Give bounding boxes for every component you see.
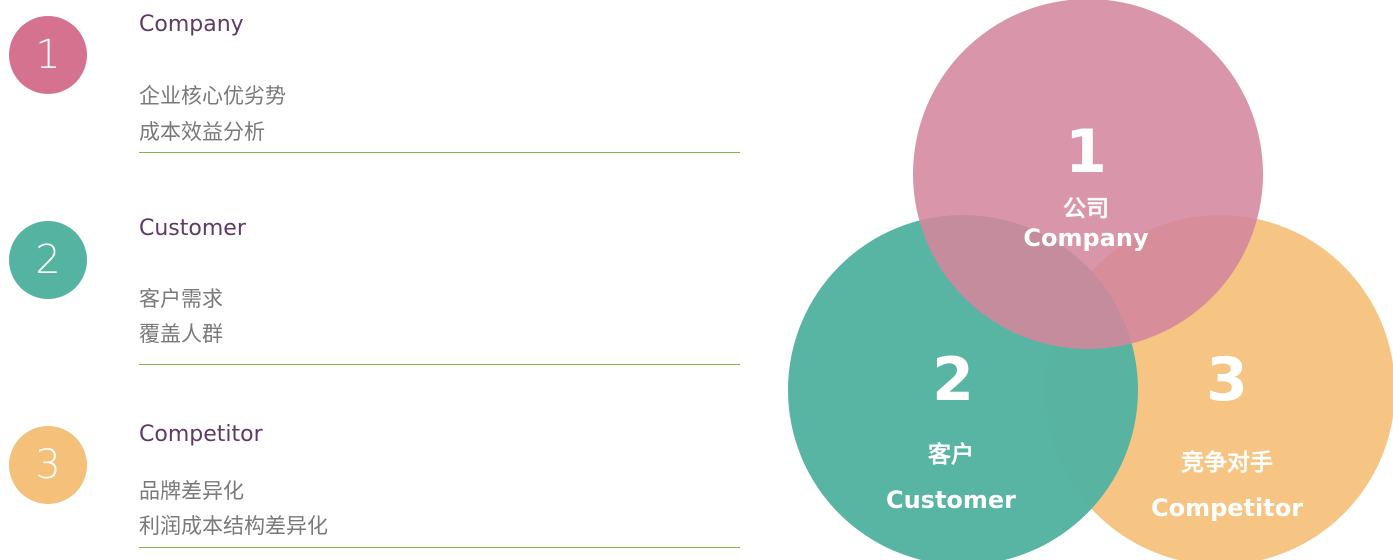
venn-label-competitor-en: Competitor: [1151, 494, 1303, 522]
item-title-competitor: Competitor: [139, 422, 263, 447]
divider: [139, 152, 740, 153]
item-text-line: 成本效益分析: [139, 120, 265, 144]
item-text-line: 企业核心优劣势: [139, 84, 286, 108]
number-badge-1: 1: [9, 16, 87, 94]
number-badge-3: 3: [9, 426, 87, 504]
item-text-line: 客户需求: [139, 287, 223, 311]
venn-number-competitor: 3: [1206, 345, 1248, 415]
item-text-line: 利润成本结构差异化: [139, 514, 328, 538]
item-title-company: Company: [139, 12, 244, 37]
venn-number-company: 1: [1065, 117, 1107, 187]
venn-label-customer-cn: 客户: [928, 441, 974, 468]
divider: [139, 364, 740, 365]
item-text-line: 品牌差异化: [139, 479, 244, 503]
number-badge-2: 2: [9, 221, 87, 299]
item-text-line: 覆盖人群: [139, 322, 223, 346]
venn-label-competitor-cn: 竞争对手: [1181, 449, 1273, 476]
venn-number-customer: 2: [932, 345, 974, 415]
venn-diagram: 1 公司 Company 2 客户 Customer 3 竞争对手 Compet…: [788, 0, 1393, 560]
venn-label-company-en: Company: [1023, 224, 1149, 252]
item-title-customer: Customer: [139, 216, 246, 241]
venn-label-customer-en: Customer: [886, 486, 1016, 514]
divider: [139, 547, 740, 548]
venn-label-company-cn: 公司: [1063, 196, 1109, 222]
